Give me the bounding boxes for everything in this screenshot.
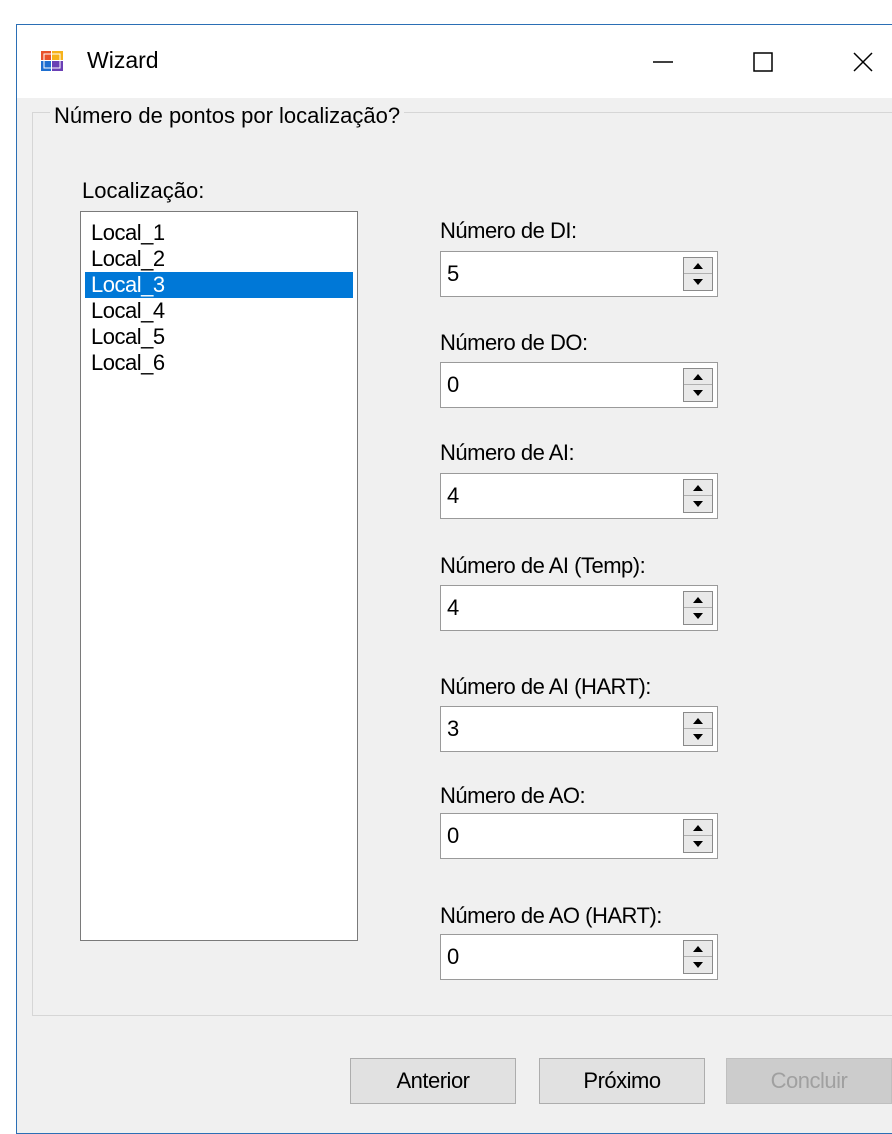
ai-temp-spin-buttons[interactable] (683, 591, 713, 625)
di-spin-down-button[interactable] (684, 274, 712, 290)
arrow-up-icon (693, 373, 703, 380)
ai-hart-spinner[interactable] (440, 706, 718, 752)
groupbox-legend: Número de pontos por localização? (50, 103, 405, 129)
do-label: Número de DO: (440, 330, 588, 355)
arrow-down-icon (693, 390, 703, 396)
ao-label: Número de AO: (440, 783, 586, 808)
ai-temp-input[interactable] (447, 586, 667, 630)
ai-spin-up-button[interactable] (684, 480, 712, 496)
arrow-down-icon (693, 734, 703, 740)
window-title: Wizard (87, 47, 159, 73)
ao-hart-spinner[interactable] (440, 934, 718, 980)
close-button[interactable] (817, 25, 892, 98)
ai-hart-spin-buttons[interactable] (683, 712, 713, 746)
ao-hart-spin-down-button[interactable] (684, 957, 712, 973)
di-spinner[interactable] (440, 251, 718, 297)
di-label: Número de DI: (440, 218, 577, 243)
ao-spin-buttons[interactable] (683, 819, 713, 853)
maximize-button[interactable] (717, 25, 809, 98)
di-spin-up-button[interactable] (684, 258, 712, 274)
do-spin-down-button[interactable] (684, 385, 712, 401)
arrow-up-icon (693, 945, 703, 952)
list-item-local-5[interactable]: Local_5 (85, 324, 353, 350)
ao-hart-spin-up-button[interactable] (684, 941, 712, 957)
do-input[interactable] (447, 363, 667, 407)
ai-hart-input[interactable] (447, 707, 667, 751)
ai-spin-down-button[interactable] (684, 496, 712, 512)
minimize-button[interactable] (617, 25, 709, 98)
ai-input[interactable] (447, 474, 667, 518)
list-item-local-1[interactable]: Local_1 (85, 220, 353, 246)
ai-spin-buttons[interactable] (683, 479, 713, 513)
do-spin-up-button[interactable] (684, 369, 712, 385)
ao-spin-down-button[interactable] (684, 836, 712, 852)
ao-spin-up-button[interactable] (684, 820, 712, 836)
ai-temp-spinner[interactable] (440, 585, 718, 631)
ai-hart-spin-down-button[interactable] (684, 729, 712, 745)
arrow-up-icon (693, 262, 703, 269)
arrow-down-icon (693, 841, 703, 847)
arrow-down-icon (693, 962, 703, 968)
location-label: Localização: (82, 178, 205, 203)
location-listbox[interactable]: Local_1 Local_2 Local_3 Local_4 Local_5 … (80, 211, 358, 941)
ao-input[interactable] (447, 814, 667, 858)
arrow-up-icon (693, 484, 703, 491)
ai-temp-spin-down-button[interactable] (684, 608, 712, 624)
arrow-down-icon (693, 501, 703, 507)
list-item-local-4[interactable]: Local_4 (85, 298, 353, 324)
finish-button[interactable]: Concluir (726, 1058, 892, 1104)
arrow-up-icon (693, 717, 703, 724)
ai-label: Número de AI: (440, 440, 575, 465)
arrow-down-icon (693, 613, 703, 619)
previous-button[interactable]: Anterior (350, 1058, 516, 1104)
minimize-icon (653, 60, 673, 63)
ai-temp-spin-up-button[interactable] (684, 592, 712, 608)
ao-spinner[interactable] (440, 813, 718, 859)
list-item-local-3[interactable]: Local_3 (85, 272, 353, 298)
ao-hart-spin-buttons[interactable] (683, 940, 713, 974)
title-bar[interactable]: Wizard (17, 25, 892, 98)
arrow-up-icon (693, 824, 703, 831)
do-spinner[interactable] (440, 362, 718, 408)
ai-temp-label: Número de AI (Temp): (440, 553, 646, 578)
maximize-icon (753, 51, 773, 72)
ai-hart-spin-up-button[interactable] (684, 713, 712, 729)
do-spin-buttons[interactable] (683, 368, 713, 402)
ai-hart-label: Número de AI (HART): (440, 674, 651, 699)
di-input[interactable] (447, 252, 667, 296)
di-spin-buttons[interactable] (683, 257, 713, 291)
ai-spinner[interactable] (440, 473, 718, 519)
list-item-local-2[interactable]: Local_2 (85, 246, 353, 272)
ao-hart-label: Número de AO (HART): (440, 903, 662, 928)
arrow-up-icon (693, 596, 703, 603)
next-button[interactable]: Próximo (539, 1058, 705, 1104)
arrow-down-icon (693, 279, 703, 285)
close-icon (853, 51, 873, 72)
list-item-local-6[interactable]: Local_6 (85, 350, 353, 376)
app-icon (41, 51, 63, 71)
ao-hart-input[interactable] (447, 935, 667, 979)
